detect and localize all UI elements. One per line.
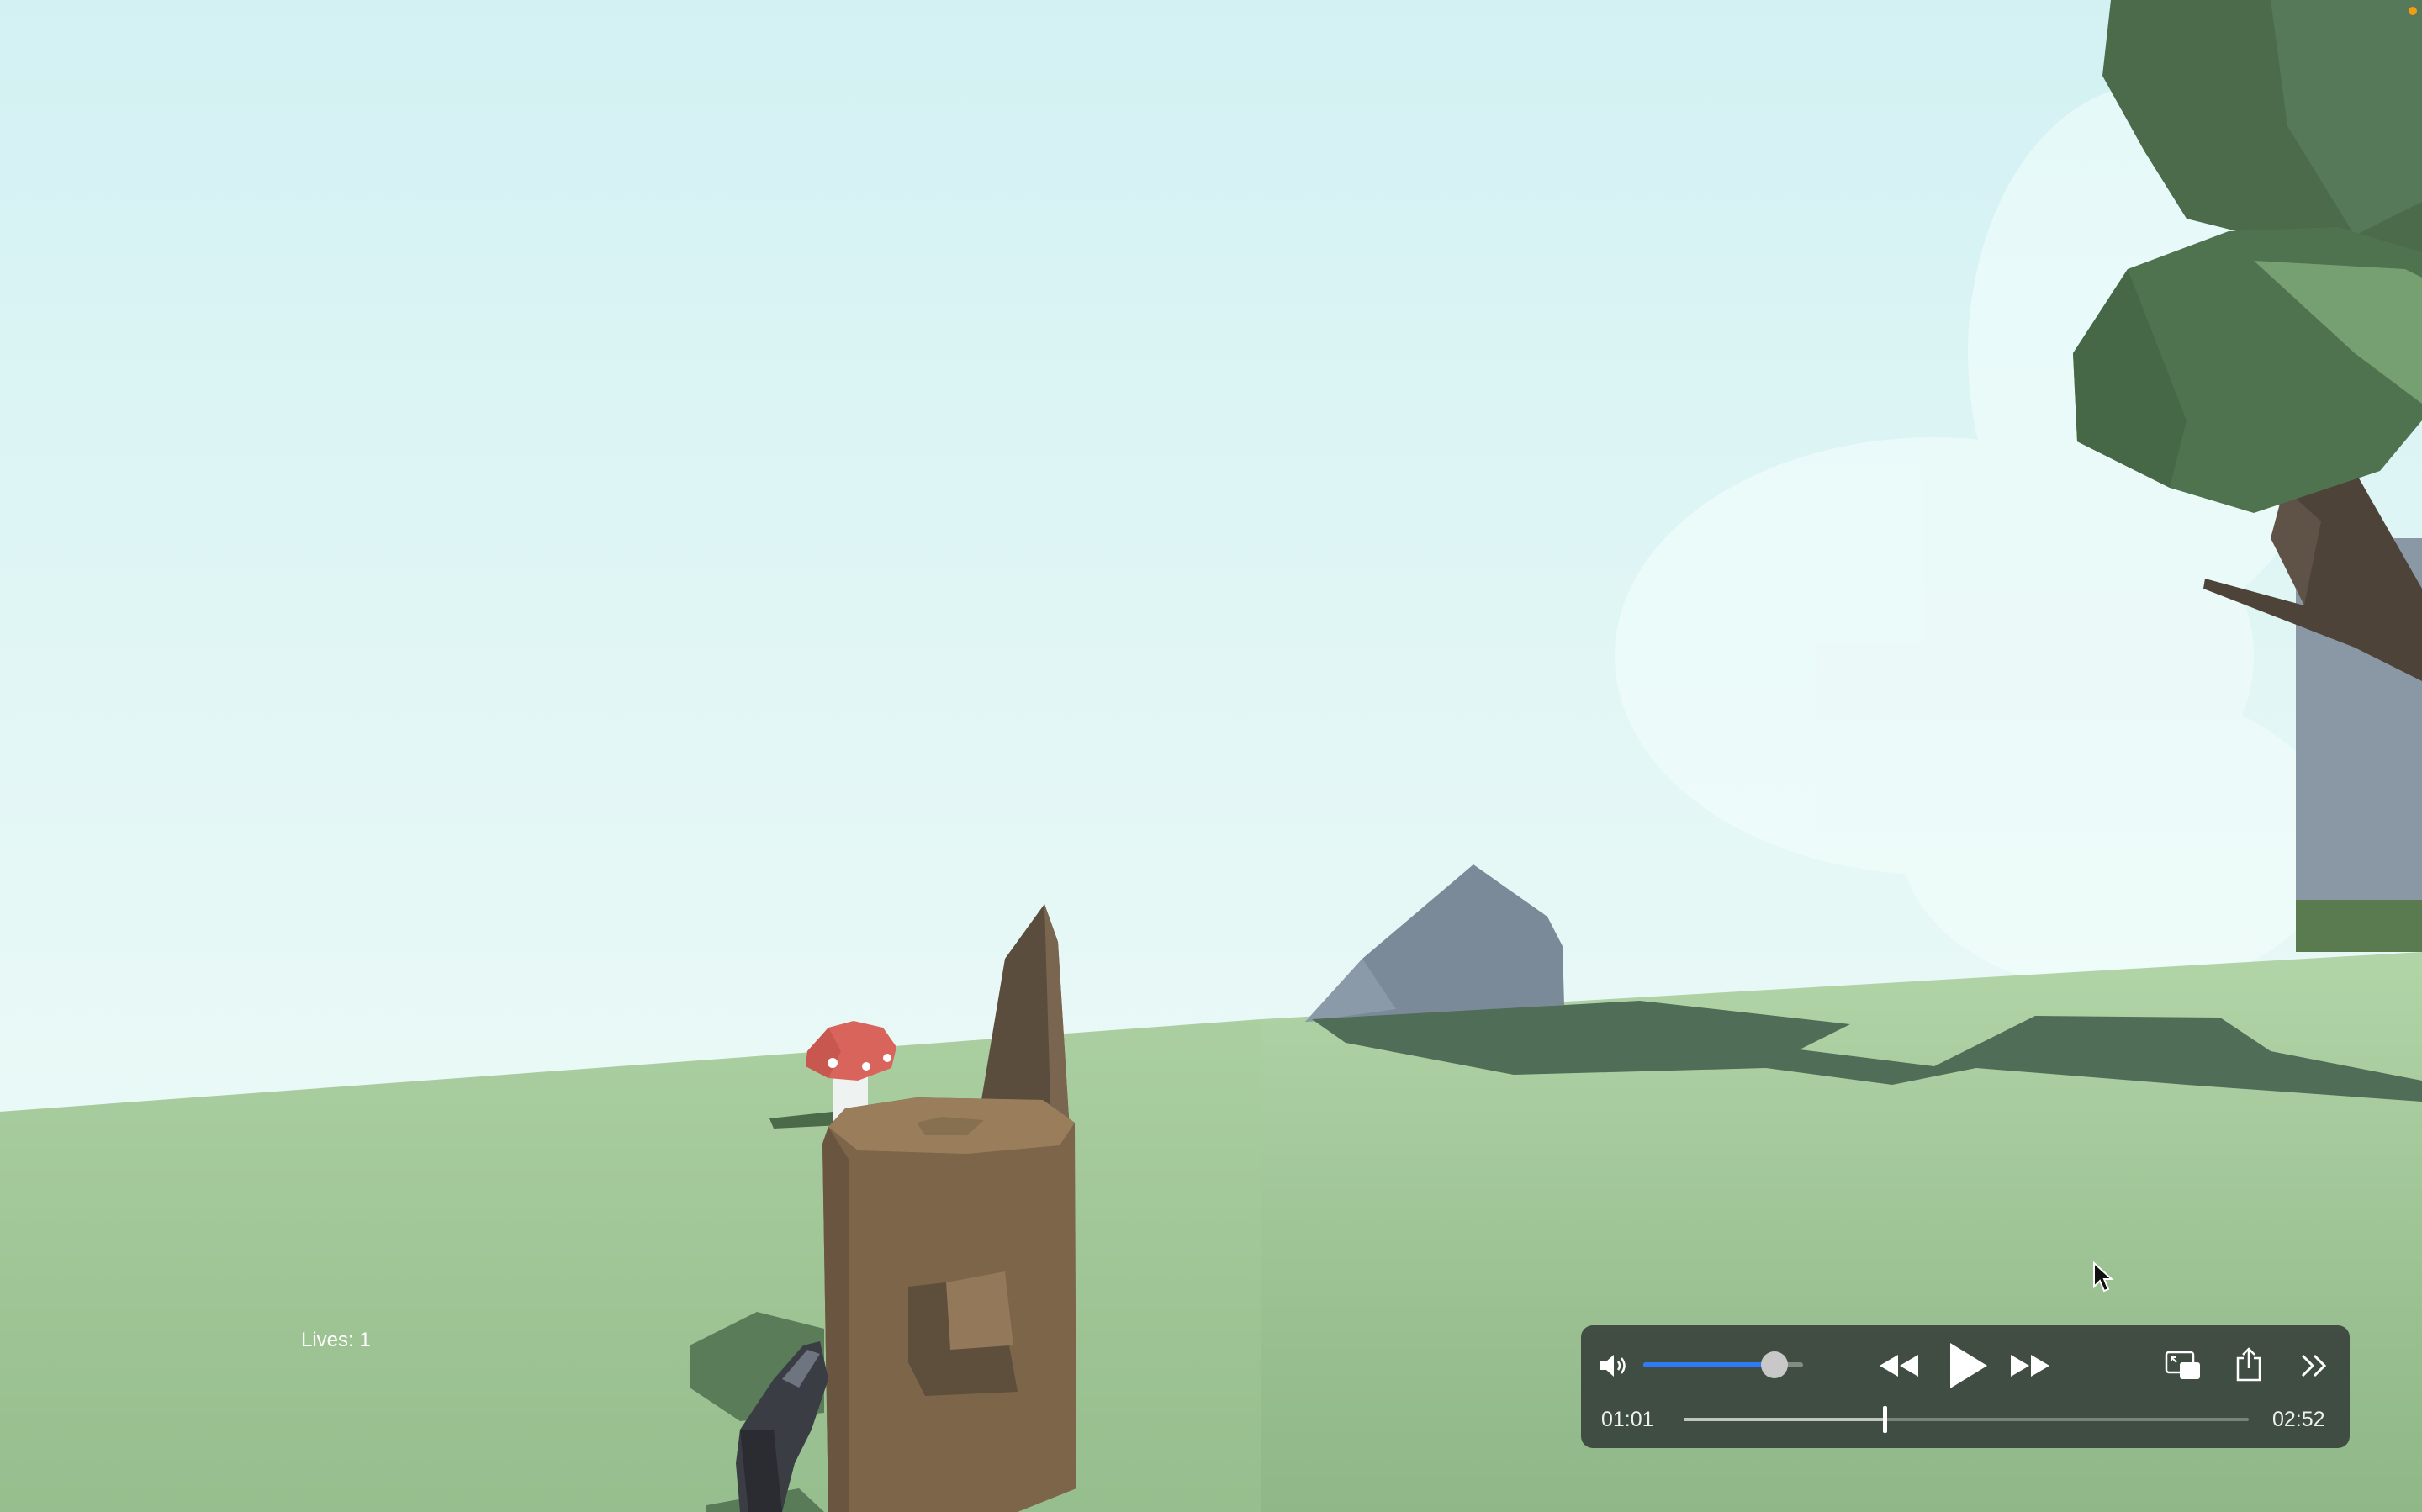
video-controls-bar: 01:01 02:52 [1581,1325,2350,1448]
lives-counter: Lives: 1 [301,1329,371,1351]
fast-forward-icon [2011,1355,2049,1377]
recording-indicator [2409,7,2417,15]
rewind-icon [1880,1355,1918,1377]
total-duration: 02:52 [2272,1408,2325,1431]
mouse-cursor-icon [2093,1261,2114,1293]
playback-playhead[interactable] [1882,1406,1887,1433]
play-button[interactable] [1943,1339,1993,1393]
more-button[interactable] [2298,1349,2331,1382]
share-button[interactable] [2232,1344,2266,1384]
speaker-icon [1600,1355,1626,1377]
volume-button[interactable] [1598,1349,1631,1382]
volume-slider-knob[interactable] [1760,1351,1788,1378]
share-icon [2236,1347,2261,1382]
picture-in-picture-icon [2165,1351,2200,1379]
rewind-button[interactable] [1877,1347,1921,1384]
picture-in-picture-button[interactable] [2163,1347,2203,1384]
mushroom-spot [828,1058,838,1068]
volume-slider-fill [1643,1362,1774,1367]
mushroom-spot [862,1062,870,1071]
playback-progress-fill [1684,1418,1885,1421]
playback-scrubber[interactable] [1684,1406,2249,1433]
play-icon [1950,1343,1987,1388]
tree-trunk-base [2296,900,2422,952]
fast-forward-button[interactable] [2008,1347,2052,1384]
game-scene [0,0,2422,1512]
current-time: 01:01 [1601,1408,1654,1431]
mushroom-spot [883,1054,891,1062]
volume-slider[interactable] [1643,1351,1803,1378]
chevron-double-right-icon [2301,1354,2327,1377]
stump-knot [946,1271,1013,1350]
